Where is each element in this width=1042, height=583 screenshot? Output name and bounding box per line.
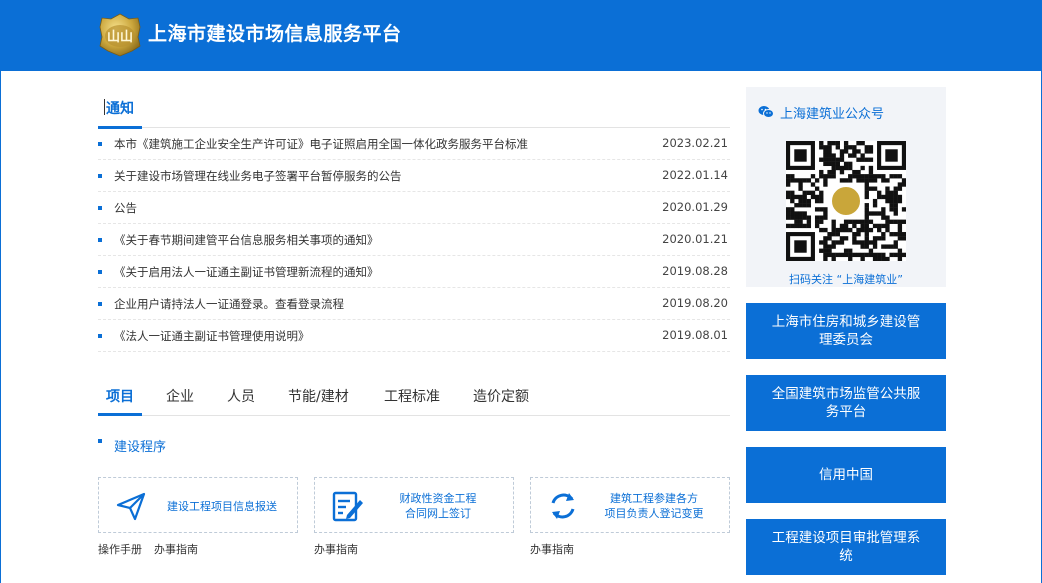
notice-item[interactable]: 企业用户请持法人一证通登录。查看登录流程 2019.08.20 [98,288,730,320]
wechat-panel: 上海建筑业公众号 扫码关注 “上海建筑业” [746,87,946,287]
bullet-icon [98,270,102,274]
notice-item-date: 2022.01.14 [662,168,728,182]
notice-item-title[interactable]: 《关于春节期间建管平台信息服务相关事项的通知》 [114,232,379,248]
manual-link[interactable]: 操作手册 [98,543,142,556]
wechat-title: 上海建筑业公众号 [780,107,885,122]
site-title: 上海市建设市场信息服务平台 [148,23,402,45]
link-project-approval-system[interactable]: 工程建设项目审批管理系统 [746,519,946,575]
card-links: 操作手册 办事指南 [98,541,210,557]
card-label-text: 财政性资金工程 合同网上签订 [399,492,477,520]
wechat-icon [758,106,774,118]
refresh-icon [551,493,575,519]
notice-list: 本市《建筑施工企业安全生产许可证》电子证照启用全国一体化政务服务平台标准 2023… [98,128,730,352]
tab-cost-quota[interactable]: 造价定额 [473,386,529,406]
guide-link[interactable]: 办事指南 [154,543,198,556]
category-tabs: 项目 企业 人员 节能/建材 工程标准 造价定额 [98,376,730,416]
notice-item-title[interactable]: 企业用户请持法人一证通登录。查看登录流程 [114,296,344,312]
tab-engineering-standards[interactable]: 工程标准 [384,386,440,406]
notice-item-date: 2019.08.01 [662,328,728,342]
link-national-market-platform[interactable]: 全国建筑市场监管公共服务平台 [746,375,946,431]
notice-item-date: 2020.01.21 [662,232,728,246]
gold-emblem-icon[interactable]: 山山 [98,13,142,57]
card-label: 建筑工程参建各方 项目负责人登记变更 [585,478,723,534]
tab-enterprise[interactable]: 企业 [166,386,194,406]
section-title: 建设程序 [114,440,167,455]
bullet-icon [98,334,102,338]
notice-item-title[interactable]: 本市《建筑施工企业安全生产许可证》电子证照启用全国一体化政务服务平台标准 [114,136,528,152]
site-header: 山山 上海市建设市场信息服务平台 [0,0,1042,71]
bullet-icon [98,238,102,242]
card-links: 办事指南 [314,541,370,557]
logo-text: 山山 [107,29,133,45]
card-label: 建设工程项目信息报送 [167,499,277,513]
notice-item-date: 2019.08.28 [662,264,728,278]
notice-item[interactable]: 《法人一证通主副证书管理使用说明》 2019.08.01 [98,320,730,352]
service-card-contract-signing[interactable]: 财政性资金工程 合同网上签订 [314,477,514,533]
notice-title[interactable]: 通知 [106,98,134,118]
notice-item-title[interactable]: 公告 [114,200,137,216]
notice-item[interactable]: 《关于春节期间建管平台信息服务相关事项的通知》 2020.01.21 [98,224,730,256]
bullet-icon [98,302,102,306]
tab-energy-materials[interactable]: 节能/建材 [288,386,349,406]
tab-project[interactable]: 项目 [106,386,134,406]
bullet-icon [98,142,102,146]
notice-item[interactable]: 本市《建筑施工企业安全生产许可证》电子证照启用全国一体化政务服务平台标准 2023… [98,128,730,160]
qr-caption: 扫码关注 “上海建筑业” [789,273,903,286]
notice-item[interactable]: 关于建设市场管理在线业务电子签署平台暂停服务的公告 2022.01.14 [98,160,730,192]
link-shanghai-housing-commission[interactable]: 上海市住房和城乡建设管理委员会 [746,303,946,359]
bullet-icon [98,439,102,443]
link-credit-china[interactable]: 信用中国 [746,447,946,503]
notice-item-date: 2019.08.20 [662,296,728,310]
card-links: 办事指南 [530,541,586,557]
guide-link[interactable]: 办事指南 [314,543,358,556]
tab-personnel[interactable]: 人员 [227,386,255,406]
notice-item-title[interactable]: 《关于启用法人一证通主副证书管理新流程的通知》 [114,264,379,280]
notice-item-title[interactable]: 《法人一证通主副证书管理使用说明》 [114,328,310,344]
notice-item[interactable]: 公告 2020.01.29 [98,192,730,224]
card-label-text: 建筑工程参建各方 项目负责人登记变更 [604,492,704,520]
guide-link[interactable]: 办事指南 [530,543,574,556]
qr-code [786,141,906,261]
service-card-project-info[interactable]: 建设工程项目信息报送 [98,477,298,533]
bullet-icon [98,206,102,210]
text-cursor [104,99,105,115]
notice-item-date: 2020.01.29 [662,200,728,214]
notice-item-title[interactable]: 关于建设市场管理在线业务电子签署平台暂停服务的公告 [114,168,402,184]
active-tab-underline [98,413,142,416]
bullet-icon [98,174,102,178]
card-label: 财政性资金工程 合同网上签订 [369,478,507,534]
paper-plane-icon [116,492,146,521]
notice-header: 通知 [98,96,730,129]
edit-form-icon [332,491,363,522]
service-card-manager-registration[interactable]: 建筑工程参建各方 项目负责人登记变更 [530,477,730,533]
notice-item-date: 2023.02.21 [662,136,728,150]
notice-item[interactable]: 《关于启用法人一证通主副证书管理新流程的通知》 2019.08.28 [98,256,730,288]
